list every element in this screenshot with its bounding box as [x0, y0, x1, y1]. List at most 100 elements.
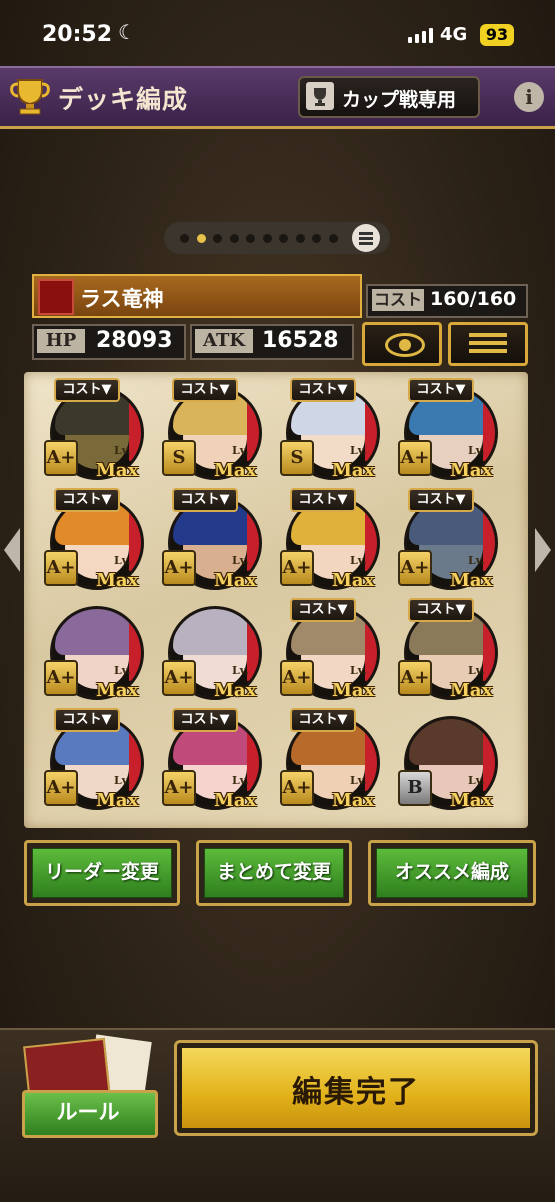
- cost-tag[interactable]: コスト▼: [54, 488, 120, 512]
- rank-badge: A+: [398, 660, 432, 696]
- cup-mode-label: カップ戦専用: [342, 89, 457, 111]
- view-button[interactable]: [362, 322, 442, 366]
- recommend-button[interactable]: オススメ編成: [368, 840, 536, 906]
- rank-badge: S: [280, 440, 314, 476]
- pager-dot[interactable]: [328, 234, 338, 243]
- leader-change-label: リーダー変更: [44, 861, 159, 883]
- prev-deck-arrow[interactable]: [4, 528, 20, 572]
- deck-card[interactable]: コスト▼ A+ Lv. Max: [28, 706, 146, 816]
- deck-card[interactable]: コスト▼ A+ Lv. Max: [146, 486, 264, 596]
- hp-value: 28093: [96, 328, 173, 353]
- level-label: Lv.: [232, 444, 249, 457]
- cost-tag[interactable]: コスト▼: [290, 378, 356, 402]
- cost-tag[interactable]: コスト▼: [408, 598, 474, 622]
- pager-dot[interactable]: [312, 234, 321, 243]
- level-value: Max: [96, 680, 139, 701]
- deck-cost: コスト 160/160: [366, 284, 528, 318]
- bulk-change-button[interactable]: まとめて変更: [196, 840, 352, 906]
- cost-tag[interactable]: コスト▼: [172, 708, 238, 732]
- menu-icon: [469, 333, 507, 337]
- pager-dot[interactable]: [213, 234, 222, 243]
- header-bar: デッキ編成 カップ戦専用 i: [0, 66, 555, 129]
- deck-card[interactable]: コスト▼ A+ Lv. Max: [264, 706, 382, 816]
- level-value: Max: [96, 790, 139, 811]
- cost-tag[interactable]: コスト▼: [290, 598, 356, 622]
- cost-label: コスト: [372, 289, 424, 311]
- deck-card[interactable]: コスト▼ A+ Lv. Max: [28, 486, 146, 596]
- info-button[interactable]: i: [514, 82, 544, 112]
- edit-done-label: 編集完了: [292, 1075, 420, 1110]
- edit-done-button[interactable]: 編集完了: [174, 1040, 538, 1136]
- cost-value: 160/160: [430, 288, 517, 310]
- level-value: Max: [450, 790, 493, 811]
- deck-card[interactable]: B Lv. Max: [382, 706, 500, 816]
- deck-card[interactable]: コスト▼ A+ Lv. Max: [264, 596, 382, 706]
- level-label: Lv.: [232, 554, 249, 567]
- pager-dot[interactable]: [246, 234, 255, 243]
- level-value: Max: [450, 570, 493, 591]
- level-label: Lv.: [114, 774, 131, 787]
- leader-change-button[interactable]: リーダー変更: [24, 840, 180, 906]
- next-deck-arrow[interactable]: [535, 528, 551, 572]
- level-value: Max: [96, 460, 139, 481]
- rank-badge: A+: [398, 440, 432, 476]
- cost-tag[interactable]: コスト▼: [54, 378, 120, 402]
- deck-card[interactable]: コスト▼ A+ Lv. Max: [28, 376, 146, 486]
- cost-tag[interactable]: コスト▼: [290, 488, 356, 512]
- battery-indicator: 93: [480, 24, 514, 46]
- rank-badge: A+: [162, 770, 196, 806]
- hp-stat: HP 28093: [32, 324, 186, 360]
- deck-emblem-icon: [38, 279, 74, 315]
- level-value: Max: [214, 680, 257, 701]
- atk-stat: ATK 16528: [190, 324, 354, 360]
- level-value: Max: [96, 570, 139, 591]
- level-value: Max: [332, 790, 375, 811]
- clock: 20:52: [42, 22, 113, 47]
- rank-badge: A+: [44, 660, 78, 696]
- cost-tag[interactable]: コスト▼: [172, 488, 238, 512]
- rank-badge: A+: [44, 440, 78, 476]
- level-label: Lv.: [114, 444, 131, 457]
- rule-button[interactable]: ルール: [22, 1034, 158, 1138]
- cost-tag[interactable]: コスト▼: [290, 708, 356, 732]
- deck-name-plate[interactable]: ラス竜神: [32, 274, 362, 318]
- level-value: Max: [214, 790, 257, 811]
- rank-badge: A+: [280, 550, 314, 586]
- level-value: Max: [450, 680, 493, 701]
- cost-tag[interactable]: コスト▼: [408, 488, 474, 512]
- cost-tag[interactable]: コスト▼: [172, 378, 238, 402]
- deck-card-grid: コスト▼ A+ Lv. Max コスト▼ S Lv. Max コスト▼ S Lv. Max コスト▼ A+…: [24, 372, 528, 828]
- deck-card[interactable]: コスト▼ A+ Lv. Max: [382, 376, 500, 486]
- deck-card[interactable]: コスト▼ A+ Lv. Max: [382, 596, 500, 706]
- list-icon[interactable]: [352, 224, 380, 252]
- signal-icon: [408, 28, 433, 43]
- level-label: Lv.: [350, 444, 367, 457]
- deck-card[interactable]: コスト▼ S Lv. Max: [146, 376, 264, 486]
- network-type: 4G: [440, 24, 468, 45]
- deck-card[interactable]: A+ Lv. Max: [146, 596, 264, 706]
- level-value: Max: [214, 570, 257, 591]
- pager-dot[interactable]: [279, 234, 288, 243]
- menu-button[interactable]: [448, 322, 528, 366]
- atk-label: ATK: [195, 329, 253, 353]
- pager-dot[interactable]: [229, 234, 239, 243]
- deck-card[interactable]: コスト▼ A+ Lv. Max: [264, 486, 382, 596]
- level-value: Max: [332, 680, 375, 701]
- pager-dot[interactable]: [295, 234, 305, 243]
- pager-dot[interactable]: [196, 234, 206, 243]
- moon-icon: ☾: [118, 20, 136, 44]
- level-label: Lv.: [114, 664, 131, 677]
- rule-label: ルール: [56, 1100, 120, 1124]
- atk-value: 16528: [262, 328, 339, 353]
- pager-dot[interactable]: [180, 234, 189, 243]
- cup-mode-button[interactable]: カップ戦専用: [298, 76, 480, 118]
- deck-card[interactable]: コスト▼ A+ Lv. Max: [382, 486, 500, 596]
- cost-tag[interactable]: コスト▼: [54, 708, 120, 732]
- deck-card[interactable]: A+ Lv. Max: [28, 596, 146, 706]
- deck-card[interactable]: コスト▼ S Lv. Max: [264, 376, 382, 486]
- pager-dot[interactable]: [262, 234, 272, 243]
- deck-card[interactable]: コスト▼ A+ Lv. Max: [146, 706, 264, 816]
- level-value: Max: [332, 570, 375, 591]
- bulk-change-label: まとめて変更: [216, 861, 331, 883]
- cost-tag[interactable]: コスト▼: [408, 378, 474, 402]
